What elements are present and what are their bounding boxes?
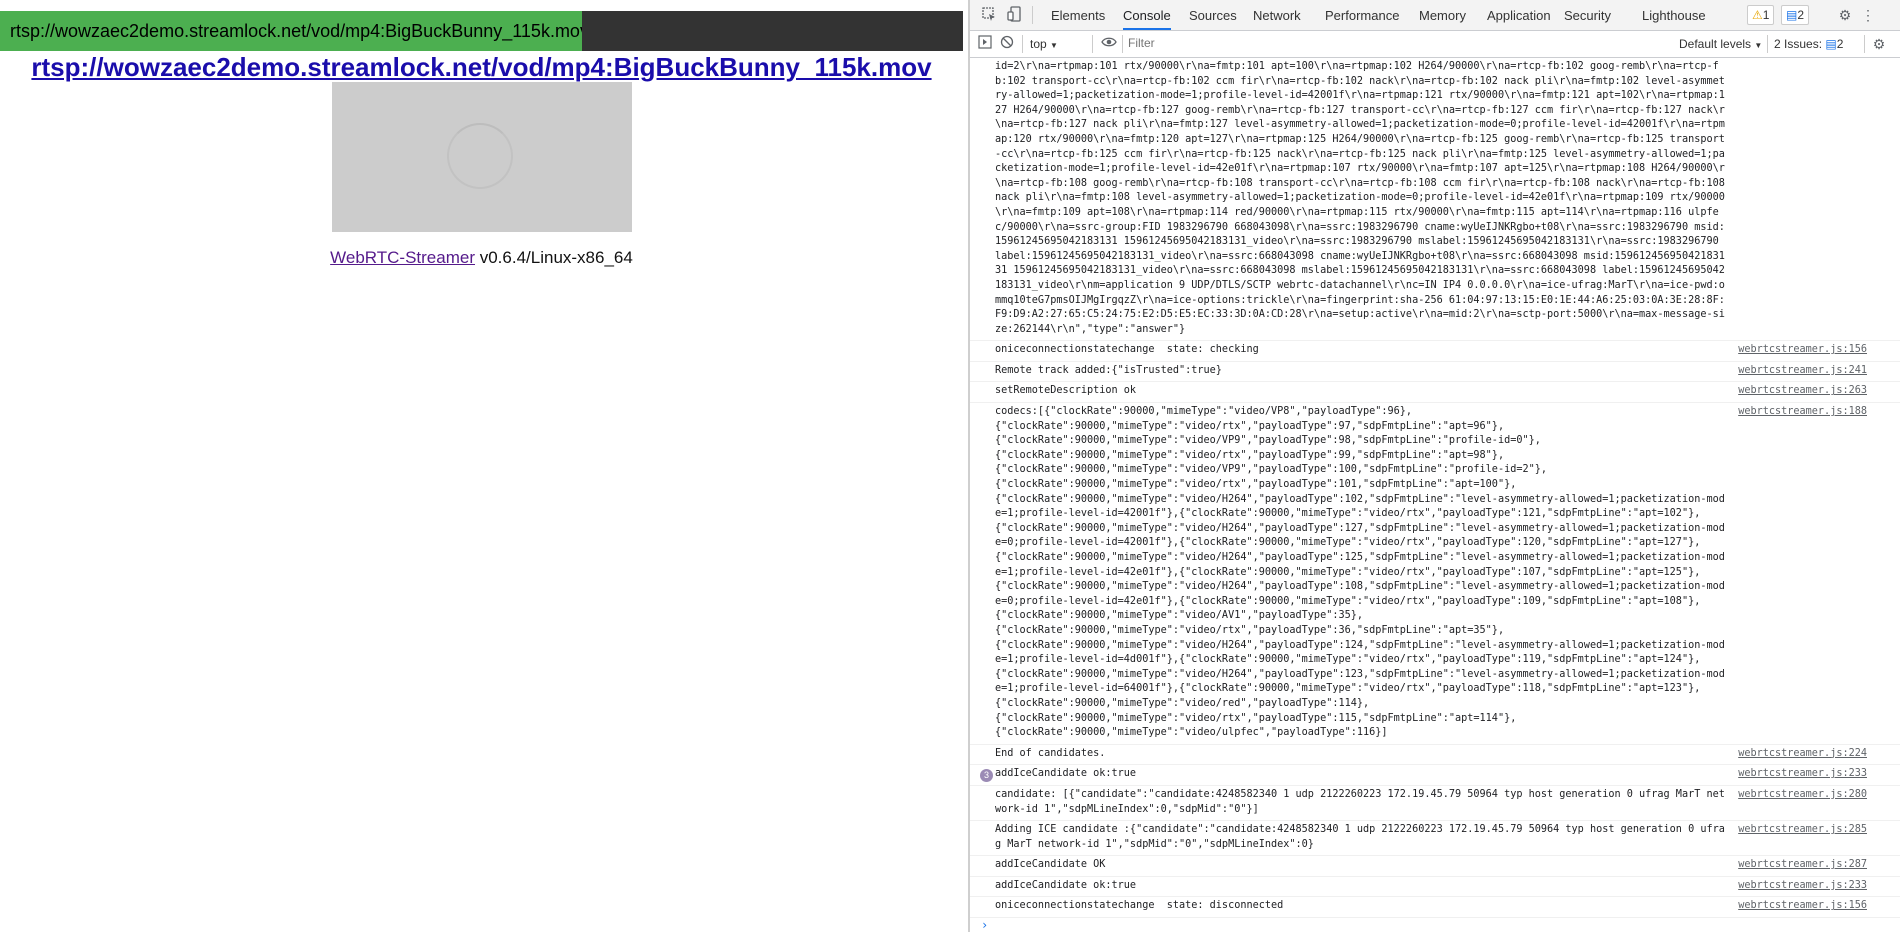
console-message-text: oniceconnectionstatechange state: checki…	[995, 344, 1259, 356]
tab-application[interactable]: Application	[1487, 0, 1551, 30]
console-prompt[interactable]: ›	[981, 918, 988, 932]
more-options-icon[interactable]: ⋮	[1859, 6, 1877, 24]
console-message[interactable]: oniceconnectionstatechange state: checki…	[970, 341, 1900, 362]
warnings-badge[interactable]: ⚠1	[1747, 5, 1775, 25]
console-message[interactable]: codecs:[{"clockRate":90000,"mimeType":"v…	[970, 403, 1900, 745]
webrtc-streamer-link[interactable]: WebRTC-Streamer	[330, 248, 475, 267]
show-sidebar-icon[interactable]	[976, 35, 994, 53]
console-message[interactable]: Adding ICE candidate :{"candidate":"cand…	[970, 821, 1900, 857]
video-player[interactable]	[332, 82, 632, 232]
console-message-text: addIceCandidate ok:true	[995, 879, 1137, 891]
source-link[interactable]: webrtcstreamer.js:241	[1738, 364, 1867, 379]
context-selector[interactable]: top ▼	[1030, 31, 1058, 57]
tab-elements[interactable]: Elements	[1051, 0, 1105, 30]
console-message-text: setRemoteDescription ok	[995, 385, 1137, 397]
context-label: top	[1030, 37, 1047, 51]
issues-counter[interactable]: 2 Issues: ▤2	[1774, 31, 1843, 57]
tab-sources[interactable]: Sources	[1189, 0, 1237, 30]
tab-console[interactable]: Console	[1123, 0, 1171, 30]
console-message-text: Remote track added:{"isTrusted":true}	[995, 364, 1222, 376]
version-text: v0.6.4/Linux-x86_64	[475, 248, 633, 267]
console-message-text: End of candidates.	[995, 747, 1106, 759]
warnings-count: 1	[1762, 8, 1770, 22]
source-link[interactable]: webrtcstreamer.js:233	[1738, 767, 1867, 782]
source-link[interactable]: webrtcstreamer.js:280	[1738, 788, 1867, 803]
settings-gear-icon[interactable]: ⚙	[1836, 6, 1854, 24]
clear-console-icon[interactable]	[998, 35, 1016, 53]
console-message[interactable]: End of candidates. webrtcstreamer.js:224	[970, 745, 1900, 766]
issues-label: 2 Issues:	[1774, 37, 1823, 51]
console-message-text: addIceCandidate ok:true	[995, 768, 1137, 780]
dropdown-arrow-icon: ▼	[1754, 41, 1763, 50]
device-toolbar-icon[interactable]	[1006, 6, 1024, 24]
console-message-text: codecs:[{"clockRate":90000,"mimeType":"v…	[995, 406, 1725, 739]
log-levels-dropdown[interactable]: Default levels ▼	[1679, 31, 1762, 57]
console-message[interactable]: 3 addIceCandidate ok:true webrtcstreamer.j…	[970, 765, 1900, 786]
console-message[interactable]: setRemoteDescription ok webrtcstreamer.js…	[970, 382, 1900, 404]
toolbar-separator	[1032, 6, 1033, 24]
toolbar-separator	[1092, 35, 1093, 53]
console-message-text: candidate: [{"candidate":"candidate:4248…	[995, 788, 1725, 815]
stream-nav-bar: rtsp://wowzaec2demo.streamlock.net/vod/m…	[0, 11, 963, 51]
source-link[interactable]: webrtcstreamer.js:156	[1738, 343, 1867, 358]
tab-memory[interactable]: Memory	[1419, 0, 1466, 30]
source-link[interactable]: webrtcstreamer.js:188	[1738, 405, 1867, 420]
tab-lighthouse[interactable]: Lighthouse	[1642, 0, 1706, 30]
inspect-element-icon[interactable]	[980, 6, 998, 24]
console-message-text: addIceCandidate OK	[995, 859, 1106, 871]
console-message-text: oniceconnectionstatechange state: discon…	[995, 900, 1284, 912]
loading-spinner-icon	[447, 123, 513, 189]
source-link[interactable]: webrtcstreamer.js:156	[1738, 899, 1867, 914]
toolbar-separator	[1864, 35, 1865, 53]
dropdown-arrow-icon: ▼	[1050, 41, 1058, 50]
live-expression-eye-icon[interactable]	[1100, 35, 1118, 53]
devtools-tabbar: Elements Console Sources Network Perform…	[970, 0, 1900, 31]
console-message[interactable]: oniceconnectionstatechange state: discon…	[970, 897, 1900, 919]
issues-count: 2	[1836, 37, 1844, 51]
web-page: rtsp://wowzaec2demo.streamlock.net/vod/m…	[0, 0, 968, 932]
footer: WebRTC-Streamer v0.6.4/Linux-x86_64	[0, 248, 963, 268]
console-messages: id=2\r\na=rtpmap:101 rtx/90000\r\na=fmtp…	[970, 58, 1900, 932]
console-toolbar: top ▼ Default levels ▼ 2 Issues: ▤2 ⚙	[970, 31, 1900, 58]
source-link[interactable]: webrtcstreamer.js:285	[1738, 823, 1867, 838]
console-message[interactable]: addIceCandidate ok:true webrtcstreamer.js…	[970, 877, 1900, 898]
tab-performance[interactable]: Performance	[1325, 0, 1399, 30]
console-message[interactable]: id=2\r\na=rtpmap:101 rtx/90000\r\na=fmtp…	[970, 58, 1900, 342]
tab-security[interactable]: Security	[1564, 0, 1611, 30]
toolbar-separator	[1122, 35, 1123, 53]
source-link[interactable]: webrtcstreamer.js:287	[1738, 858, 1867, 873]
console-message[interactable]: Remote track added:{"isTrusted":true} web…	[970, 362, 1900, 383]
devtools-panel: Elements Console Sources Network Perform…	[970, 0, 1900, 932]
console-message-text: Adding ICE candidate :{"candidate":"cand…	[995, 824, 1725, 850]
stream-title-link[interactable]: rtsp://wowzaec2demo.streamlock.net/vod/m…	[0, 52, 963, 83]
source-link[interactable]: webrtcstreamer.js:224	[1738, 747, 1867, 762]
log-levels-label: Default levels	[1679, 37, 1752, 51]
message-icon: ▤	[1786, 8, 1798, 22]
repeat-count-badge: 3	[980, 769, 993, 783]
toolbar-separator	[1022, 35, 1023, 53]
source-link[interactable]: webrtcstreamer.js:233	[1738, 879, 1867, 894]
console-settings-gear-icon[interactable]: ⚙	[1870, 35, 1888, 53]
tab-network[interactable]: Network	[1253, 0, 1301, 30]
console-message[interactable]: candidate: [{"candidate":"candidate:4248…	[970, 786, 1900, 822]
source-link[interactable]: webrtcstreamer.js:263	[1738, 384, 1867, 399]
toolbar-separator	[1767, 35, 1768, 53]
warning-icon: ⚠	[1752, 8, 1763, 22]
issues-message-icon: ▤	[1825, 37, 1837, 51]
stream-nav-tab[interactable]: rtsp://wowzaec2demo.streamlock.net/vod/m…	[0, 11, 582, 51]
console-message[interactable]: addIceCandidate OK webrtcstreamer.js:287	[970, 856, 1900, 877]
console-message-text: id=2\r\na=rtpmap:101 rtx/90000\r\na=fmtp…	[995, 61, 1732, 335]
console-filter-input[interactable]	[1128, 34, 1558, 52]
messages-badge[interactable]: ▤2	[1781, 5, 1810, 25]
messages-count: 2	[1797, 8, 1805, 22]
